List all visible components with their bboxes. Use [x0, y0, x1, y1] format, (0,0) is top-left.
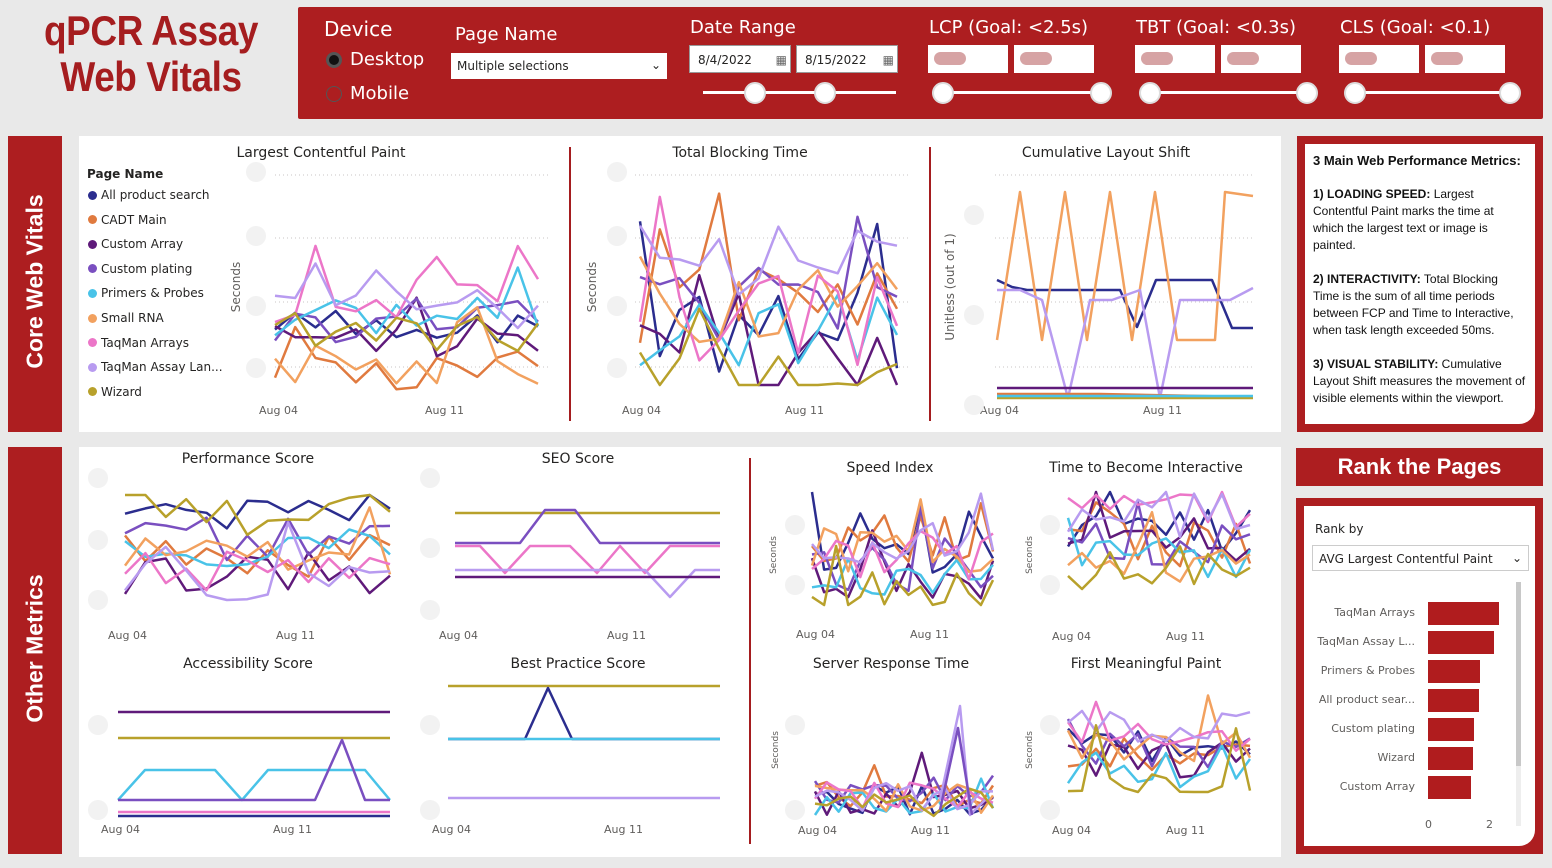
series-line	[455, 568, 720, 599]
rank-pages-content: Rank by AVG Largest Contentful Paint ⌄ T…	[1304, 506, 1535, 846]
series-line	[117, 768, 391, 802]
rank-pages-box: Rank by AVG Largest Contentful Paint ⌄ T…	[1296, 498, 1543, 854]
series-line	[455, 508, 720, 545]
chevron-down-icon: ⌄	[1511, 551, 1522, 565]
rank-scrollbar-thumb[interactable]	[1516, 582, 1521, 766]
rank-by-label: Rank by	[1315, 522, 1364, 536]
rank-bar-label: Wizard	[1377, 751, 1415, 764]
rank-by-dropdown[interactable]: AVG Largest Contentful Paint ⌄	[1312, 545, 1529, 571]
series-line	[124, 493, 391, 530]
rank-bar-label: Custom plating	[1331, 722, 1415, 735]
rank-bar[interactable]	[1428, 631, 1494, 654]
series-line	[638, 255, 898, 344]
series-line	[274, 311, 540, 353]
rank-bar-label: Custom Array	[1339, 780, 1415, 793]
rank-bar[interactable]	[1428, 718, 1475, 741]
rank-bar[interactable]	[1428, 602, 1499, 625]
rank-bar[interactable]	[1428, 747, 1473, 770]
rank-scrollbar[interactable]	[1516, 582, 1521, 826]
rank-axis-tick: 0	[1425, 818, 1432, 831]
series-line	[1067, 501, 1252, 568]
rank-by-value: AVG Largest Contentful Paint	[1319, 552, 1493, 566]
series-line	[639, 293, 899, 367]
rank-bar[interactable]	[1428, 660, 1481, 683]
rank-axis-tick: 2	[1486, 818, 1493, 831]
rank-pages-header: Rank the Pages	[1296, 448, 1543, 486]
series-line	[448, 686, 720, 741]
series-line	[997, 286, 1254, 400]
rank-bar-label: Primers & Probes	[1320, 664, 1415, 677]
rank-bar-label: TaqMan Arrays	[1334, 606, 1415, 619]
rank-bar-label: TaqMan Assay L...	[1317, 635, 1415, 648]
rank-bar[interactable]	[1428, 689, 1479, 712]
rank-bar-label: All product sear...	[1318, 693, 1415, 706]
rank-bar[interactable]	[1428, 776, 1471, 799]
series-line	[995, 190, 1254, 342]
